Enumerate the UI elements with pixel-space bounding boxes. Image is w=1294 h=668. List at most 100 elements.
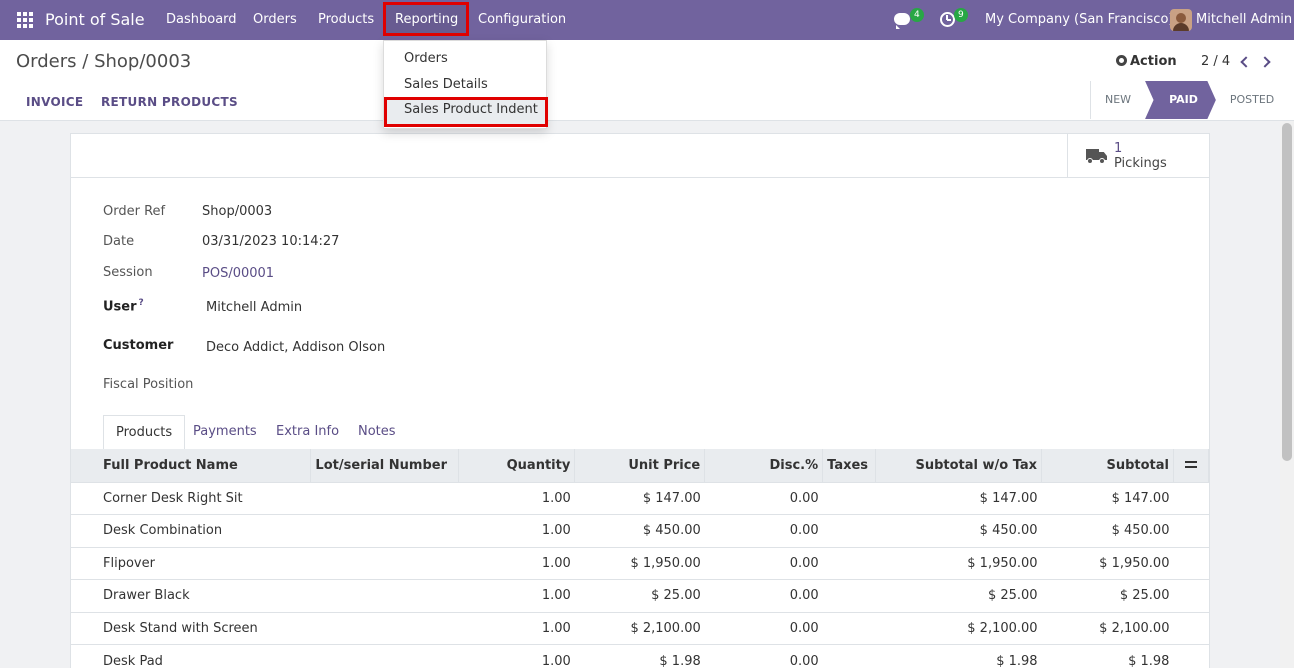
form-sheet: 1 Pickings Order Ref Shop/0003 Date 03/3… — [70, 133, 1210, 668]
cell-subtotal-wo-tax: $ 1.98 — [875, 644, 1042, 668]
customer-value: Deco Addict, Addison Olson — [206, 340, 386, 355]
order-lines-table: Full Product Name Lot/serial Number Quan… — [71, 449, 1210, 668]
cell-unit-price: $ 147.00 — [574, 481, 705, 515]
col-discount[interactable]: Disc.% — [704, 449, 824, 482]
status-new[interactable]: NEW — [1090, 81, 1145, 119]
status-posted[interactable]: POSTED — [1216, 81, 1288, 119]
col-subtotal[interactable]: Subtotal — [1041, 449, 1174, 482]
breadcrumb-separator: / — [82, 51, 89, 72]
cell-quantity: 1.00 — [458, 611, 575, 645]
cell-product: Corner Desk Right Sit — [71, 481, 311, 515]
chat-count-badge: 4 — [910, 8, 924, 22]
activity-count-badge: 9 — [954, 8, 968, 22]
cell-discount: 0.00 — [704, 644, 823, 668]
activity-clock-icon[interactable] — [940, 12, 955, 27]
cell-taxes — [822, 481, 876, 515]
menu-configuration[interactable]: Configuration — [478, 0, 566, 40]
user-menu[interactable]: Mitchell Admin — [1196, 0, 1292, 40]
cell-unit-price: $ 2,100.00 — [574, 611, 705, 645]
cell-empty — [1173, 481, 1209, 515]
tab-payments[interactable]: Payments — [193, 415, 257, 450]
cell-product: Desk Combination — [71, 514, 311, 547]
cell-subtotal: $ 1,950.00 — [1041, 546, 1174, 580]
menu-orders[interactable]: Orders — [253, 0, 297, 40]
cell-subtotal-wo-tax: $ 450.00 — [875, 514, 1042, 547]
table-row[interactable]: Desk Combination 1.00 $ 450.00 0.00 $ 45… — [71, 514, 1209, 547]
cell-discount: 0.00 — [704, 514, 823, 547]
cell-subtotal-wo-tax: $ 147.00 — [875, 481, 1042, 515]
table-row[interactable]: Corner Desk Right Sit 1.00 $ 147.00 0.00… — [71, 481, 1209, 515]
invoice-button[interactable]: INVOICE — [26, 95, 83, 109]
breadcrumb-orders[interactable]: Orders — [16, 51, 77, 72]
cell-quantity: 1.00 — [458, 481, 575, 515]
status-bar: NEW PAID POSTED — [1090, 81, 1288, 119]
col-subtotal-wo-tax[interactable]: Subtotal w/o Tax — [875, 449, 1043, 482]
chevron-left-icon[interactable] — [1240, 56, 1252, 68]
col-unit-price[interactable]: Unit Price — [574, 449, 706, 482]
cell-product: Flipover — [71, 546, 311, 580]
cell-lot — [310, 546, 459, 580]
cell-lot — [310, 514, 459, 547]
action-label: Action — [1130, 54, 1177, 69]
cell-lot — [310, 481, 459, 515]
menu-reporting[interactable]: Reporting — [395, 0, 458, 40]
cell-quantity: 1.00 — [458, 579, 575, 612]
session-link[interactable]: POS/00001 — [202, 266, 274, 281]
apps-menu-icon[interactable] — [12, 0, 38, 40]
action-button[interactable]: Action — [1116, 54, 1177, 69]
optional-columns-icon[interactable] — [1173, 449, 1210, 482]
status-paid[interactable]: PAID — [1145, 81, 1216, 119]
company-switcher[interactable]: My Company (San Francisco) — [985, 0, 1173, 40]
chat-icon[interactable] — [894, 13, 910, 29]
cell-taxes — [822, 611, 876, 645]
return-products-button[interactable]: RETURN PRODUCTS — [101, 95, 238, 109]
reporting-dropdown: Orders Sales Details Sales Product Inden… — [383, 40, 548, 129]
date-value: 03/31/2023 10:14:27 — [202, 234, 340, 249]
cell-unit-price: $ 1,950.00 — [574, 546, 705, 580]
dropdown-item-orders[interactable]: Orders — [404, 51, 448, 66]
table-row[interactable]: Desk Stand with Screen 1.00 $ 2,100.00 0… — [71, 611, 1209, 645]
table-row[interactable]: Desk Pad 1.00 $ 1.98 0.00 $ 1.98 $ 1.98 — [71, 644, 1209, 668]
pickings-smart-button[interactable]: 1 Pickings — [1067, 134, 1209, 178]
menu-dashboard[interactable]: Dashboard — [166, 0, 237, 40]
cell-subtotal-wo-tax: $ 2,100.00 — [875, 611, 1042, 645]
cell-taxes — [822, 579, 876, 612]
scrollbar-thumb[interactable] — [1282, 123, 1292, 461]
col-quantity[interactable]: Quantity — [458, 449, 576, 482]
col-lot-serial[interactable]: Lot/serial Number — [310, 449, 460, 482]
pickings-count: 1 — [1114, 141, 1123, 156]
truck-icon — [1086, 149, 1108, 164]
table-header-row: Full Product Name Lot/serial Number Quan… — [71, 449, 1210, 482]
cell-discount: 0.00 — [704, 579, 823, 612]
breadcrumb: Orders / Shop/0003 — [16, 51, 191, 72]
col-full-product-name[interactable]: Full Product Name — [71, 449, 312, 482]
tab-products[interactable]: Products — [103, 415, 186, 450]
page-scrollbar[interactable] — [1280, 121, 1294, 668]
table-row[interactable]: Flipover 1.00 $ 1,950.00 0.00 $ 1,950.00… — [71, 546, 1209, 580]
app-brand[interactable]: Point of Sale — [45, 0, 145, 40]
pager-value[interactable]: 2 / 4 — [1201, 54, 1230, 69]
menu-products[interactable]: Products — [318, 0, 374, 40]
top-navbar: Point of Sale Dashboard Orders Products … — [0, 0, 1294, 40]
cell-discount: 0.00 — [704, 546, 823, 580]
tab-notes[interactable]: Notes — [358, 415, 396, 450]
cell-quantity: 1.00 — [458, 644, 575, 668]
user-label-text: User — [103, 299, 137, 315]
cell-taxes — [822, 546, 876, 580]
table-row[interactable]: Drawer Black 1.00 $ 25.00 0.00 $ 25.00 $… — [71, 579, 1209, 612]
tab-extra-info[interactable]: Extra Info — [276, 415, 339, 450]
cell-subtotal: $ 147.00 — [1041, 481, 1174, 515]
col-taxes[interactable]: Taxes — [822, 449, 877, 482]
user-avatar[interactable] — [1170, 9, 1192, 31]
dropdown-item-sales-details[interactable]: Sales Details — [404, 77, 488, 92]
chevron-right-icon[interactable] — [1259, 56, 1271, 68]
dropdown-item-sales-product-indent[interactable]: Sales Product Indent — [404, 102, 538, 117]
user-help-icon[interactable]: ? — [139, 298, 144, 308]
cell-quantity: 1.00 — [458, 546, 575, 580]
cell-subtotal: $ 1.98 — [1041, 644, 1174, 668]
cell-unit-price: $ 450.00 — [574, 514, 705, 547]
cell-discount: 0.00 — [704, 611, 823, 645]
control-panel: Orders / Shop/0003 Action 2 / 4 INVOICE … — [0, 40, 1294, 121]
cell-unit-price: $ 25.00 — [574, 579, 705, 612]
cell-lot — [310, 644, 459, 668]
